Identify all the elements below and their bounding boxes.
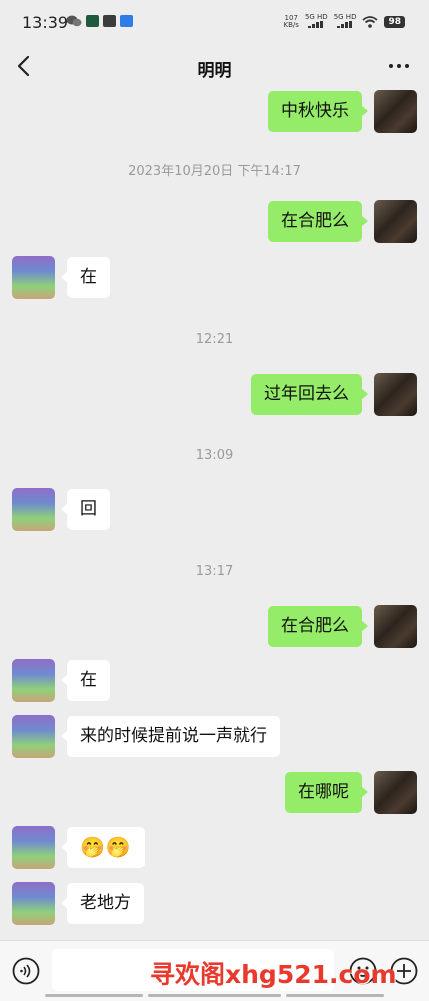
- signal-bars-icon: [337, 21, 353, 28]
- nav-segment[interactable]: [45, 994, 143, 997]
- received-message-bubble[interactable]: 回: [61, 489, 110, 530]
- status-app-icons: [66, 15, 133, 27]
- my-avatar[interactable]: [374, 90, 417, 133]
- message-timestamp: 2023年10月20日 下午14:17: [128, 164, 301, 179]
- my-avatar[interactable]: [374, 771, 417, 814]
- contact-avatar[interactable]: [12, 488, 55, 531]
- net-speed: 107 KB/s: [284, 15, 299, 29]
- signal-1: 5G HD: [305, 14, 328, 30]
- my-avatar[interactable]: [374, 200, 417, 243]
- message-timestamp: 13:09: [195, 448, 234, 463]
- my-avatar[interactable]: [374, 373, 417, 416]
- chat-title: 明明: [197, 61, 232, 81]
- my-avatar[interactable]: [374, 605, 417, 648]
- message-timestamp: 12:21: [195, 332, 234, 347]
- received-message-bubble[interactable]: 🤭🤭: [61, 827, 145, 868]
- signal-2-label: 5G HD: [333, 13, 357, 21]
- nav-bar: [0, 992, 429, 1000]
- watermark: 寻欢阁xhg521.com: [150, 960, 397, 989]
- signal-bars-icon: [308, 21, 324, 28]
- voice-icon[interactable]: [12, 957, 40, 985]
- title-bar: 明明: [0, 44, 429, 90]
- chat-messages[interactable]: 中秋快乐 2023年10月20日 下午14:17 在合肥么在 12:21 过年回去么 13…: [0, 90, 429, 940]
- received-message-bubble[interactable]: 来的时候提前说一声就行: [61, 716, 280, 757]
- received-message-bubble[interactable]: 在: [61, 660, 110, 701]
- battery-indicator: 98: [384, 16, 405, 28]
- signal-1-label: 5G HD: [304, 13, 328, 21]
- more-dots-icon[interactable]: [387, 54, 411, 78]
- app-icon-2: [103, 15, 116, 27]
- status-right: 107 KB/s 5G HD 5G HD 98: [284, 14, 405, 30]
- app-icon-3: [120, 15, 133, 27]
- received-message-bubble[interactable]: 老地方: [61, 883, 144, 924]
- contact-avatar[interactable]: [12, 882, 55, 925]
- net-speed-unit: KB/s: [283, 21, 299, 29]
- nav-segment[interactable]: [148, 994, 281, 997]
- sent-message-bubble[interactable]: 中秋快乐: [268, 91, 368, 132]
- status-bar: 13:39 107 KB/s 5G HD 5G HD 98: [0, 0, 429, 44]
- nav-segment[interactable]: [286, 994, 384, 997]
- message-timestamp: 13:17: [195, 564, 234, 579]
- wifi-icon: [362, 16, 379, 28]
- app-icon-1: [86, 15, 99, 27]
- sent-message-bubble[interactable]: 过年回去么: [251, 374, 368, 415]
- contact-avatar[interactable]: [12, 256, 55, 299]
- status-time: 13:39: [22, 13, 69, 32]
- wechat-icon: [66, 15, 82, 27]
- sent-message-bubble[interactable]: 在合肥么: [268, 201, 368, 242]
- contact-avatar[interactable]: [12, 715, 55, 758]
- received-message-bubble[interactable]: 在: [61, 257, 110, 298]
- signal-2: 5G HD: [333, 13, 357, 30]
- sent-message-bubble[interactable]: 在合肥么: [268, 606, 368, 647]
- sent-message-bubble[interactable]: 在哪呢: [285, 772, 368, 813]
- contact-avatar[interactable]: [12, 826, 55, 869]
- contact-avatar[interactable]: [12, 659, 55, 702]
